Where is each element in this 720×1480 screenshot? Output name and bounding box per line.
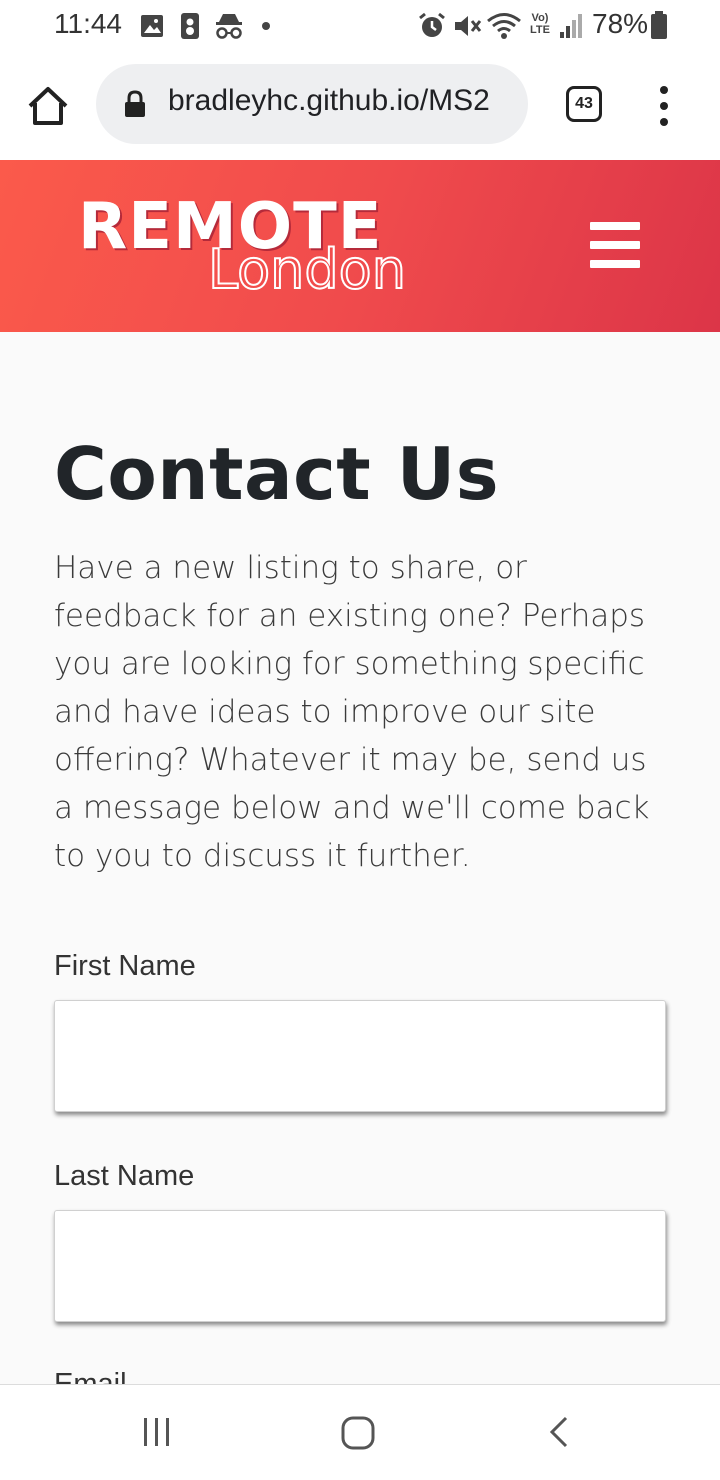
system-nav-bar <box>0 1384 720 1480</box>
hamburger-icon <box>590 222 640 230</box>
logo-line2: London <box>208 238 406 298</box>
signal-icon <box>560 14 582 38</box>
status-time: 11:44 <box>54 8 122 39</box>
battery-percent: 78% <box>592 8 649 39</box>
kebab-menu-icon[interactable] <box>652 84 676 128</box>
page-title: Contact Us <box>54 432 500 516</box>
gallery-icon <box>141 15 163 37</box>
sim-icon <box>181 13 199 39</box>
alarm-icon <box>419 12 445 37</box>
site-header: REMOTE REMOTE London <box>0 160 720 332</box>
site-logo[interactable]: REMOTE REMOTE London <box>78 188 438 298</box>
recents-icon[interactable] <box>140 1415 174 1449</box>
home-circle-icon[interactable] <box>340 1415 376 1451</box>
status-bar: 11:44 Vo) LTE 78% <box>0 0 720 52</box>
email-label: Email <box>54 1368 127 1384</box>
hamburger-menu-button[interactable] <box>590 222 640 268</box>
last-name-field[interactable] <box>54 1210 666 1322</box>
browser-toolbar: bradleyhc.github.io/MS2 43 <box>0 52 720 160</box>
first-name-label: First Name <box>54 950 196 982</box>
lock-icon <box>125 90 145 117</box>
url-text: bradleyhc.github.io/MS2 <box>168 84 490 117</box>
home-icon[interactable] <box>26 84 70 128</box>
mute-icon <box>455 16 482 36</box>
tab-switcher-button[interactable]: 43 <box>566 86 602 122</box>
notification-dot-icon <box>262 22 270 30</box>
first-name-field[interactable] <box>54 1000 666 1112</box>
battery-icon <box>651 11 667 39</box>
intro-paragraph: Have a new listing to share, or feedback… <box>54 550 650 874</box>
volte-label: Vo) LTE <box>530 12 550 36</box>
main-content: Contact Us Have a new listing to share, … <box>0 332 720 1384</box>
back-icon[interactable] <box>546 1415 572 1449</box>
wifi-icon <box>487 13 521 39</box>
last-name-label: Last Name <box>54 1160 195 1192</box>
address-bar[interactable]: bradleyhc.github.io/MS2 <box>96 64 528 144</box>
incognito-icon <box>216 14 242 39</box>
